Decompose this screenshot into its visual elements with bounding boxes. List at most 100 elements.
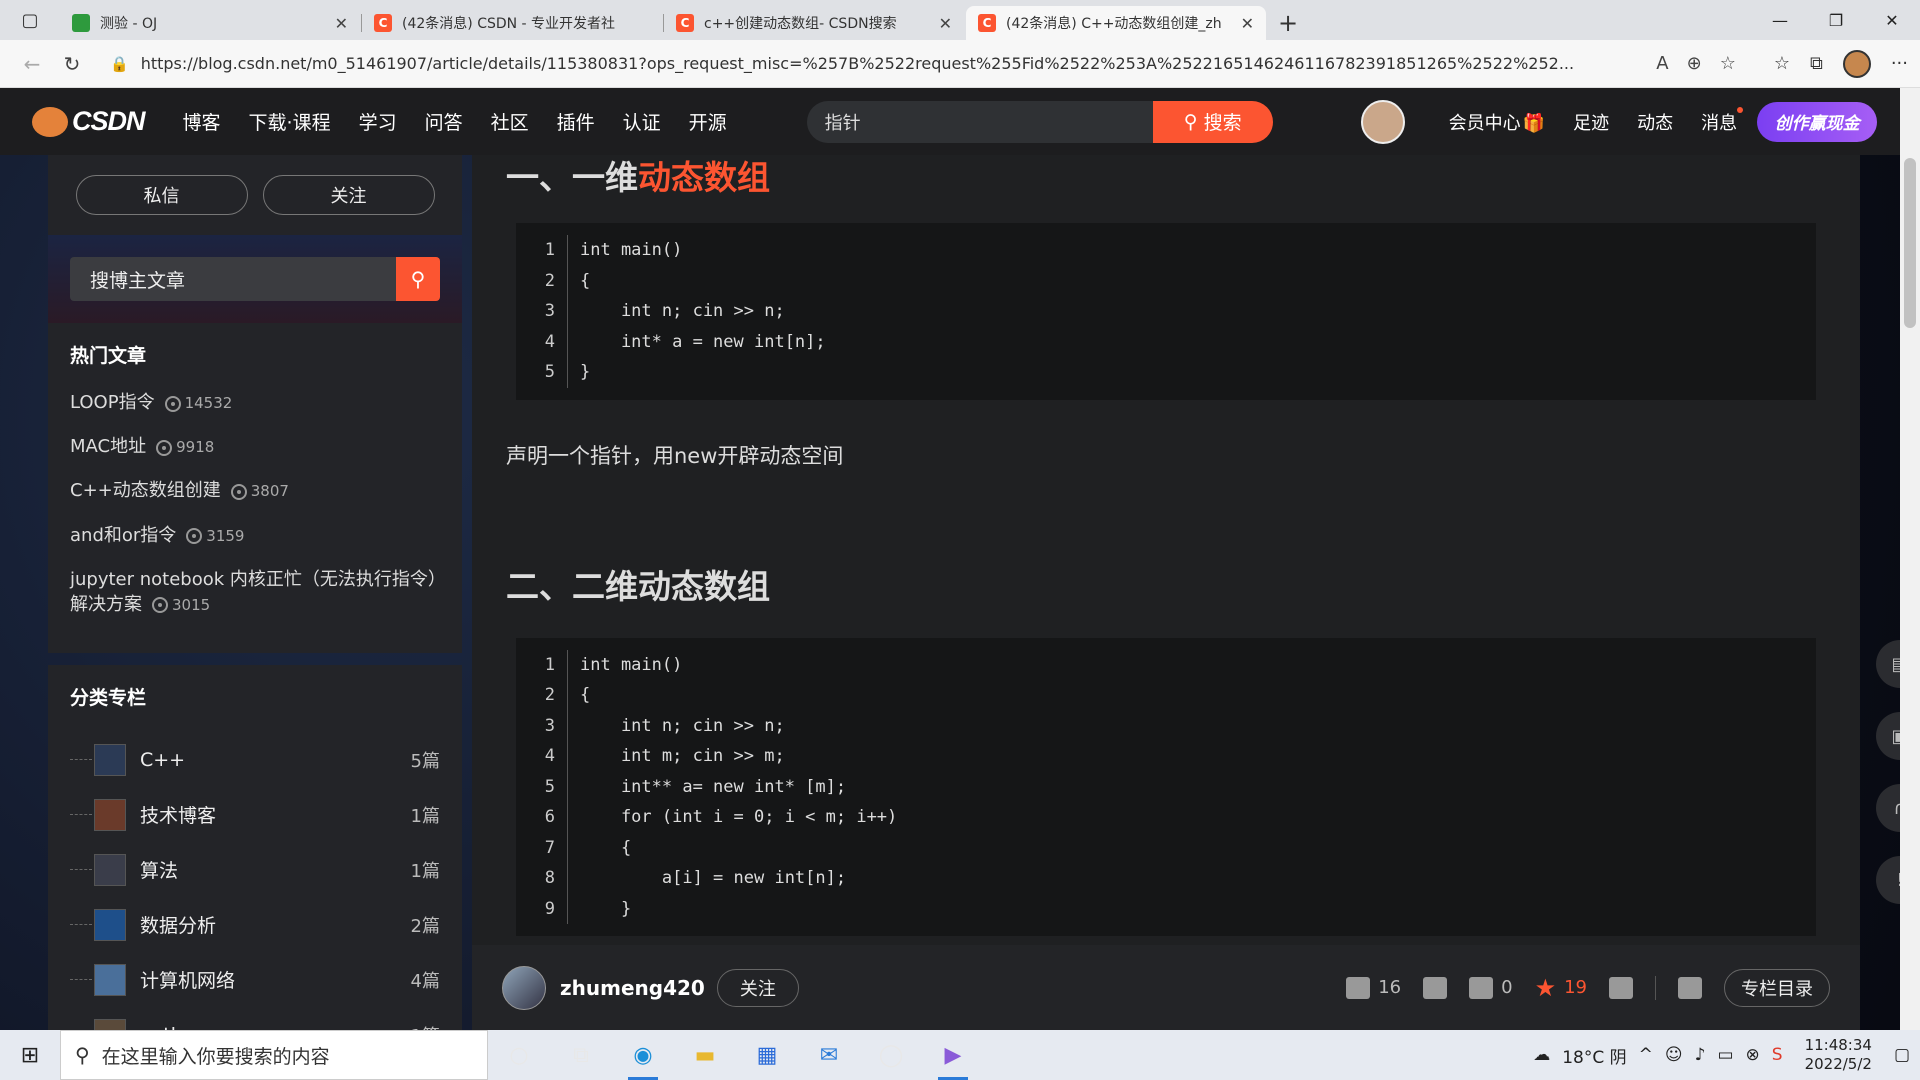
profile-avatar[interactable] (1842, 49, 1871, 78)
refresh-icon[interactable]: ↻ (52, 46, 92, 82)
reward-button[interactable] (1609, 976, 1633, 999)
blog-search-input[interactable]: 搜博主文章 (70, 257, 396, 301)
private-message-button[interactable]: 私信 (75, 175, 248, 215)
nav-item-blog[interactable]: 博客 (169, 108, 235, 135)
comment-button[interactable]: 0 (1469, 976, 1513, 999)
hot-article-item[interactable]: MAC地址 9918 (70, 434, 440, 459)
collections-icon[interactable]: ⧉ (1810, 53, 1823, 74)
hot-article-item[interactable]: C++动态数组创建 3807 (70, 478, 440, 503)
file-explorer-icon[interactable]: ▬ (674, 1030, 736, 1080)
nav-item-learn[interactable]: 学习 (345, 108, 411, 135)
read-aloud-icon[interactable]: A (1656, 53, 1668, 74)
category-item[interactable]: C++ 5篇 (70, 732, 440, 787)
blog-search-button[interactable]: ⚲ (396, 257, 440, 301)
weather-icon[interactable]: ☁ (1533, 1045, 1550, 1065)
mail-icon[interactable]: ✉ (798, 1030, 860, 1080)
category-name[interactable]: C++ (140, 749, 411, 771)
create-earn-button[interactable]: 创作赢现金 (1757, 101, 1878, 142)
nav-item-opensource[interactable]: 开源 (675, 108, 741, 135)
follow-author-button[interactable]: 关注 (716, 968, 799, 1007)
browser-tab-2[interactable]: C (42条消息) CSDN - 专业开发者社 (362, 6, 664, 40)
task-view-icon[interactable]: ⧉ (550, 1030, 612, 1080)
person-icon[interactable]: ☺ (1665, 1045, 1683, 1065)
footprint-link[interactable]: 足迹 (1559, 109, 1623, 135)
hot-article-title[interactable]: and和or指令 (70, 525, 176, 546)
close-icon[interactable]: ✕ (939, 14, 952, 33)
restore-icon[interactable]: ❐ (1808, 0, 1864, 40)
code-block-1[interactable]: 1 int main() 2{ 3 int n; cin >> n; 4 int*… (516, 223, 1816, 400)
nav-item-download[interactable]: 下载·课程 (235, 108, 345, 135)
hot-article-title[interactable]: jupyter notebook 内核正忙（无法执行指令）解决方案 (70, 569, 437, 615)
battery-icon[interactable]: ▭ (1717, 1045, 1733, 1065)
nav-item-plugin[interactable]: 插件 (543, 108, 609, 135)
close-icon[interactable]: ✕ (335, 14, 348, 33)
hot-article-title[interactable]: MAC地址 (70, 436, 146, 457)
category-item[interactable]: 技术博客 1篇 (70, 787, 440, 842)
clock[interactable]: 11:48:34 2022/5/2 (1805, 1036, 1872, 1075)
cortana-icon[interactable]: ○ (488, 1030, 550, 1080)
page-scrollbar[interactable] (1900, 88, 1920, 1030)
add-favorite-icon[interactable]: ☆ (1720, 53, 1736, 74)
volume-icon[interactable]: ♪ (1695, 1045, 1706, 1065)
weather-text[interactable]: 18°C 阴 (1562, 1043, 1626, 1068)
url-text[interactable]: https://blog.csdn.net/m0_51461907/articl… (141, 54, 1649, 73)
browser-tab-3[interactable]: C c++创建动态数组- CSDN搜索 ✕ (664, 6, 964, 40)
hot-article-title[interactable]: C++动态数组创建 (70, 480, 221, 501)
back-arrow-icon[interactable]: ← (12, 46, 52, 82)
author-avatar[interactable] (502, 965, 546, 1010)
category-name[interactable]: 技术博客 (140, 801, 411, 828)
favorites-icon[interactable]: ☆ (1774, 53, 1790, 74)
search-input[interactable]: 指针 (806, 100, 1153, 143)
like-button[interactable]: 16 (1346, 976, 1401, 999)
favorite-button[interactable]: ★ 19 (1535, 974, 1587, 1002)
share-button[interactable] (1678, 976, 1702, 999)
category-item[interactable]: 算法 1篇 (70, 842, 440, 897)
column-toc-button[interactable]: 专栏目录 (1724, 968, 1830, 1007)
messages-link[interactable]: 消息 (1687, 106, 1751, 135)
network-icon[interactable]: ⊗ (1746, 1045, 1760, 1065)
follow-button[interactable]: 关注 (262, 175, 435, 215)
ime-icon[interactable]: S (1772, 1045, 1783, 1065)
close-icon[interactable]: ✕ (1241, 14, 1254, 33)
hot-article-item[interactable]: LOOP指令 14532 (70, 390, 440, 415)
hot-article-title[interactable]: LOOP指令 (70, 392, 155, 413)
author-name[interactable]: zhumeng420 (560, 976, 705, 1000)
browser-tab-4-active[interactable]: C (42条消息) C++动态数组创建_zh ✕ (966, 6, 1266, 40)
dell-icon[interactable]: ◯ (860, 1030, 922, 1080)
taskbar-search[interactable]: ⚲ 在这里输入你要搜索的内容 (60, 1030, 488, 1080)
activity-link[interactable]: 动态 (1623, 109, 1687, 135)
minimize-icon[interactable]: — (1752, 0, 1808, 40)
url-field[interactable]: 🔒 https://blog.csdn.net/m0_51461907/arti… (100, 47, 1746, 81)
search-button[interactable]: ⚲ 搜索 (1152, 100, 1273, 143)
new-tab-button[interactable]: + (1268, 6, 1308, 40)
csdn-logo[interactable]: CSDN (32, 106, 146, 137)
tab-actions-icon[interactable]: ▢ (0, 0, 60, 40)
store-icon[interactable]: ▦ (736, 1030, 798, 1080)
vip-center-link[interactable]: 会员中心 🎁 (1435, 109, 1559, 135)
category-name[interactable]: 数据分析 (140, 911, 411, 938)
nav-item-certify[interactable]: 认证 (609, 108, 675, 135)
windows-start-icon[interactable]: ⊞ (0, 1030, 60, 1080)
browser-tab-1[interactable]: 测验 - OJ ✕ (60, 6, 362, 40)
nav-item-community[interactable]: 社区 (477, 108, 543, 135)
category-item[interactable]: 数据分析 2篇 (70, 897, 440, 952)
category-name[interactable]: 计算机网络 (140, 966, 411, 993)
hot-article-item[interactable]: and和or指令 3159 (70, 523, 440, 548)
chevron-up-icon[interactable]: ^ (1639, 1045, 1653, 1065)
notification-center-icon[interactable]: ▢ (1894, 1045, 1910, 1065)
category-item[interactable]: 计算机网络 4篇 (70, 952, 440, 1007)
lock-icon[interactable]: 🔒 (110, 55, 129, 73)
code-block-2[interactable]: 1 int main() 2{ 3 int n; cin >> n; 4 int … (516, 637, 1816, 936)
edge-browser-icon[interactable]: ◉ (612, 1030, 674, 1080)
zoom-icon[interactable]: ⊕ (1687, 53, 1702, 74)
user-avatar[interactable] (1360, 99, 1405, 144)
heading-keyword-link[interactable]: 动态数组 (638, 158, 770, 197)
category-name[interactable]: 算法 (140, 856, 411, 883)
hot-article-item[interactable]: jupyter notebook 内核正忙（无法执行指令）解决方案 3015 (70, 567, 440, 617)
visual-studio-icon[interactable]: ▶ (922, 1030, 984, 1080)
nav-item-ask[interactable]: 问答 (411, 108, 477, 135)
dislike-button[interactable] (1423, 976, 1448, 999)
scrollbar-thumb[interactable] (1904, 158, 1916, 328)
more-menu-icon[interactable]: ··· (1891, 53, 1908, 74)
close-window-icon[interactable]: ✕ (1864, 0, 1920, 40)
